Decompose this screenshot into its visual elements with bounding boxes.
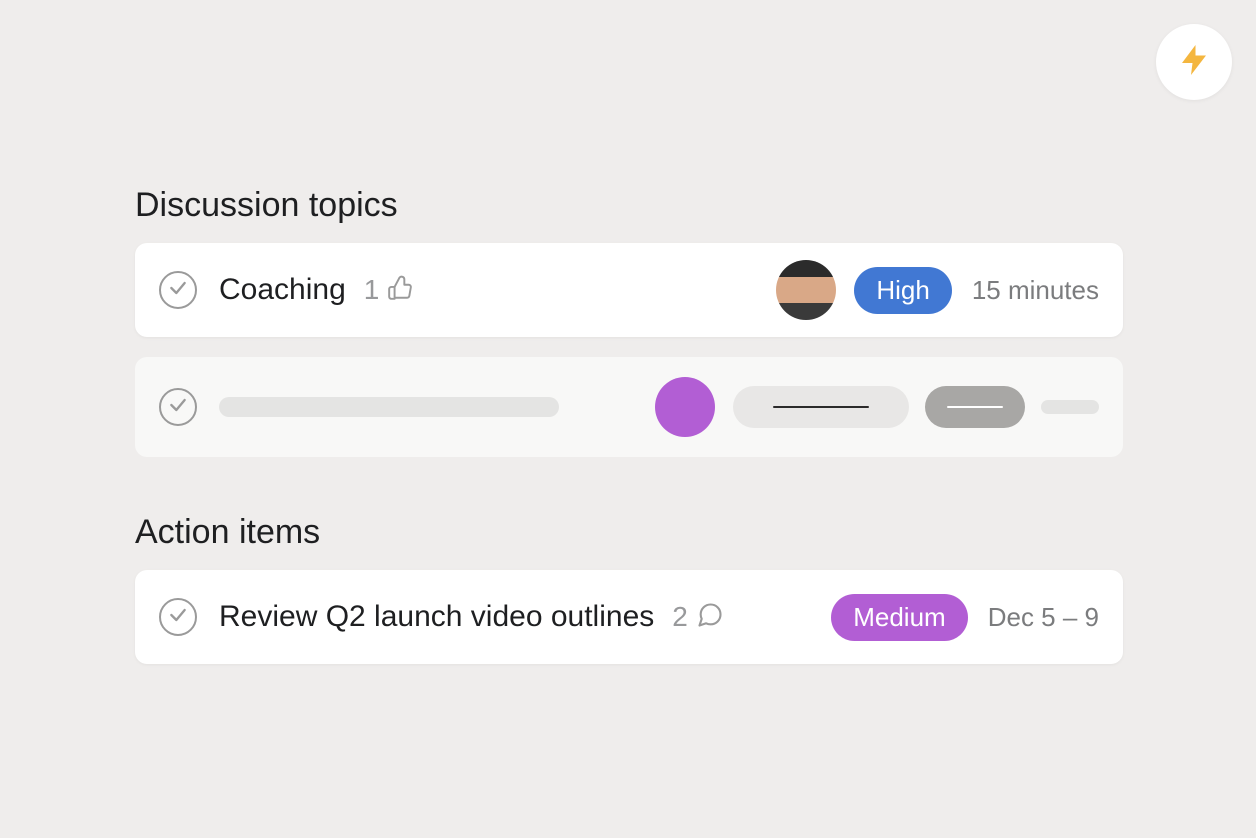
section-heading-action: Action items xyxy=(135,513,1123,552)
task-title: Coaching xyxy=(219,273,346,307)
priority-badge[interactable]: Medium xyxy=(831,594,967,641)
task-row[interactable]: Review Q2 launch video outlines 2 Medium… xyxy=(135,570,1123,664)
section-heading-discussion: Discussion topics xyxy=(135,186,1123,225)
task-duration: 15 minutes xyxy=(952,275,1099,306)
task-row-placeholder[interactable] xyxy=(135,357,1123,457)
complete-toggle[interactable] xyxy=(159,388,197,426)
priority-badge[interactable]: High xyxy=(854,267,951,314)
automation-fab[interactable] xyxy=(1156,24,1232,100)
complete-toggle[interactable] xyxy=(159,598,197,636)
placeholder-text xyxy=(1041,400,1099,414)
task-date: Dec 5 – 9 xyxy=(968,602,1099,633)
section-action-items: Action items Review Q2 launch video outl… xyxy=(135,513,1123,664)
thumbs-up-icon[interactable] xyxy=(387,275,413,306)
like-count: 1 xyxy=(364,274,380,306)
assignee-avatar-placeholder xyxy=(655,377,715,437)
placeholder-pill xyxy=(733,386,909,428)
comment-count: 2 xyxy=(672,601,688,633)
check-icon xyxy=(168,605,188,630)
check-icon xyxy=(168,278,188,303)
task-title: Review Q2 launch video outlines xyxy=(219,600,654,634)
assignee-avatar[interactable] xyxy=(776,260,836,320)
placeholder-title xyxy=(219,397,559,417)
lightning-icon xyxy=(1176,42,1212,83)
check-icon xyxy=(168,395,188,420)
section-discussion-topics: Discussion topics Coaching 1 xyxy=(135,186,1123,457)
task-row[interactable]: Coaching 1 High 15 minutes xyxy=(135,243,1123,337)
comment-icon[interactable] xyxy=(696,601,724,634)
placeholder-pill xyxy=(925,386,1025,428)
complete-toggle[interactable] xyxy=(159,271,197,309)
